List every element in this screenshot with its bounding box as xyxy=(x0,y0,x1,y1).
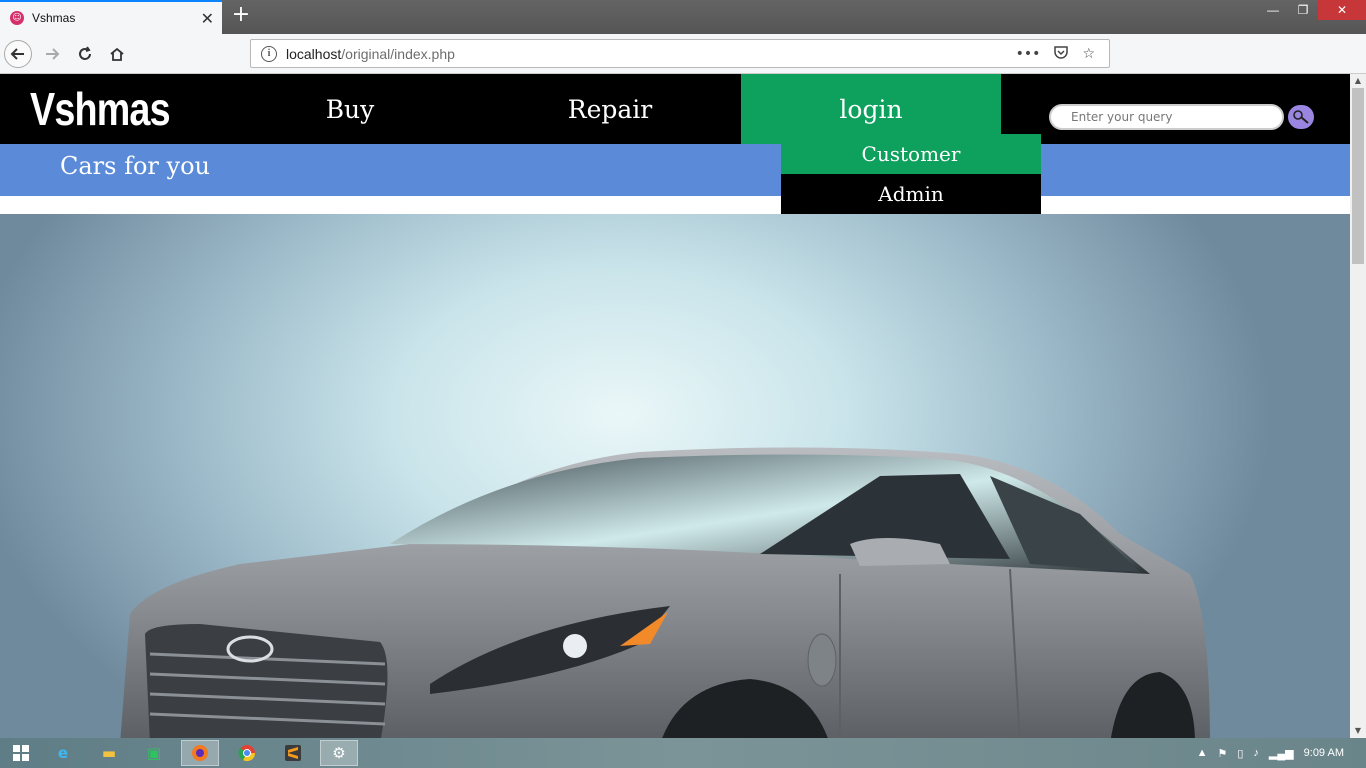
scroll-down-icon[interactable]: ▼ xyxy=(1350,724,1366,738)
back-button[interactable] xyxy=(4,40,32,68)
volume-icon[interactable]: ♪ xyxy=(1253,747,1259,759)
minimize-button[interactable]: — xyxy=(1258,0,1288,20)
browser-tab[interactable]: ☺ Vshmas ✕ xyxy=(0,0,222,34)
page-scrollbar[interactable]: ▲ ▼ xyxy=(1350,74,1366,738)
internet-explorer-icon[interactable]: e xyxy=(44,740,82,766)
reload-button[interactable] xyxy=(71,40,99,68)
nav-repair[interactable]: Repair xyxy=(480,74,740,144)
system-tray: ▲ ⚑ ▯ ♪ ▂▄▆ 9:09 AM xyxy=(1197,738,1366,768)
bookmark-star-icon[interactable]: ☆ xyxy=(1082,46,1095,62)
new-tab-button[interactable]: + xyxy=(230,4,252,28)
start-button[interactable] xyxy=(2,740,40,766)
battery-icon[interactable]: ▯ xyxy=(1237,747,1243,760)
site-info-icon[interactable]: i xyxy=(261,45,277,62)
reload-icon xyxy=(79,46,91,60)
site-header: Vshmas Buy Repair login Enter your query xyxy=(0,74,1350,144)
file-explorer-icon[interactable]: ▬ xyxy=(90,740,128,766)
dropdown-admin[interactable]: Admin xyxy=(781,174,1041,214)
search-input[interactable]: Enter your query xyxy=(1049,104,1284,130)
forward-button[interactable] xyxy=(38,40,66,68)
sublime-text-icon[interactable] xyxy=(274,740,312,766)
action-center-flag-icon[interactable]: ⚑ xyxy=(1217,747,1227,760)
clock[interactable]: 9:09 AM xyxy=(1304,747,1344,759)
scroll-up-icon[interactable]: ▲ xyxy=(1350,74,1366,88)
tagline: Cars for you xyxy=(60,152,210,180)
store-icon[interactable]: ▣ xyxy=(135,740,173,766)
home-icon xyxy=(110,47,124,61)
windows-taskbar: e ▬ ▣ ⚙ ▲ ⚑ ▯ ♪ ▂▄▆ 9:09 AM xyxy=(0,738,1366,768)
search-icon xyxy=(1293,110,1309,124)
arrow-right-icon xyxy=(46,48,60,60)
window-close-button[interactable]: ✕ xyxy=(1318,0,1366,20)
browser-navbar: i localhost/original/index.php ••• ☆ |||… xyxy=(0,34,1366,97)
arrow-left-icon xyxy=(10,48,24,60)
chrome-icon[interactable] xyxy=(228,740,266,766)
search-button[interactable] xyxy=(1288,105,1314,129)
window-controls: — ❐ ✕ xyxy=(1258,0,1366,20)
windows-logo-icon xyxy=(13,745,29,761)
pocket-icon[interactable] xyxy=(1054,45,1069,63)
url-path: /original/index.php xyxy=(341,45,455,62)
web-page: Vshmas Buy Repair login Enter your query… xyxy=(0,74,1350,738)
site-logo[interactable]: Vshmas xyxy=(30,82,171,136)
url-text[interactable]: localhost/original/index.php xyxy=(286,46,1016,62)
site-favicon-icon: ☺ xyxy=(10,11,24,25)
tagline-bar: Cars for you xyxy=(0,144,1350,196)
xampp-icon[interactable]: ⚙ xyxy=(320,740,358,766)
hero-car-image xyxy=(0,214,1350,738)
car-illustration xyxy=(120,447,1210,738)
firefox-icon[interactable] xyxy=(181,740,219,766)
nav-buy[interactable]: Buy xyxy=(220,74,480,144)
page-actions-icon[interactable]: ••• xyxy=(1016,46,1041,62)
home-button[interactable] xyxy=(103,40,131,68)
network-icon[interactable]: ▂▄▆ xyxy=(1269,747,1294,760)
tab-close-icon[interactable]: ✕ xyxy=(201,9,214,28)
scrollbar-thumb[interactable] xyxy=(1352,88,1364,264)
dropdown-customer[interactable]: Customer xyxy=(781,134,1041,174)
login-dropdown: Customer Admin xyxy=(781,134,1041,214)
browser-titlebar: ☺ Vshmas ✕ + — ❐ ✕ xyxy=(0,0,1366,34)
tab-title: Vshmas xyxy=(32,11,76,25)
url-host: localhost xyxy=(286,45,342,62)
address-bar[interactable]: i localhost/original/index.php ••• ☆ xyxy=(250,39,1110,68)
tray-expand-icon[interactable]: ▲ xyxy=(1197,747,1208,759)
maximize-button[interactable]: ❐ xyxy=(1288,0,1318,20)
